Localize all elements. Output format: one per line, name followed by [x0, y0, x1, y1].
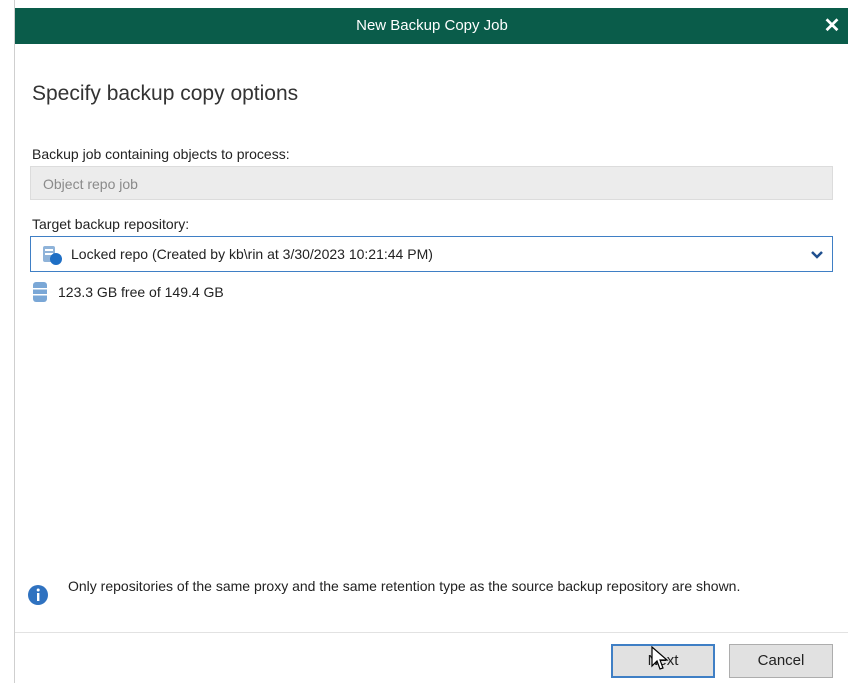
repository-icon	[43, 246, 62, 265]
chevron-down-icon[interactable]	[810, 248, 824, 262]
cancel-button[interactable]: Cancel	[729, 644, 833, 678]
title-bar[interactable]: New Backup Copy Job ✕	[15, 8, 848, 44]
page-title: Specify backup copy options	[32, 82, 299, 105]
footer-divider	[15, 632, 848, 633]
info-icon	[28, 585, 48, 605]
target-repo-select[interactable]: Locked repo (Created by kb\rin at 3/30/2…	[30, 236, 833, 272]
window-title: New Backup Copy Job	[356, 17, 508, 34]
backup-job-label: Backup job containing objects to process…	[32, 146, 290, 162]
backup-job-field: Object repo job	[30, 166, 833, 200]
database-icon	[33, 282, 47, 302]
target-repo-value: Locked repo (Created by kb\rin at 3/30/2…	[71, 246, 433, 262]
close-button[interactable]: ✕	[819, 12, 845, 40]
mouse-cursor-icon	[651, 646, 669, 670]
free-space-text: 123.3 GB free of 149.4 GB	[58, 284, 224, 300]
target-repo-label: Target backup repository:	[32, 216, 190, 232]
info-text: Only repositories of the same proxy and …	[68, 578, 741, 594]
dialog-window: New Backup Copy Job ✕ Specify backup cop…	[14, 0, 848, 683]
